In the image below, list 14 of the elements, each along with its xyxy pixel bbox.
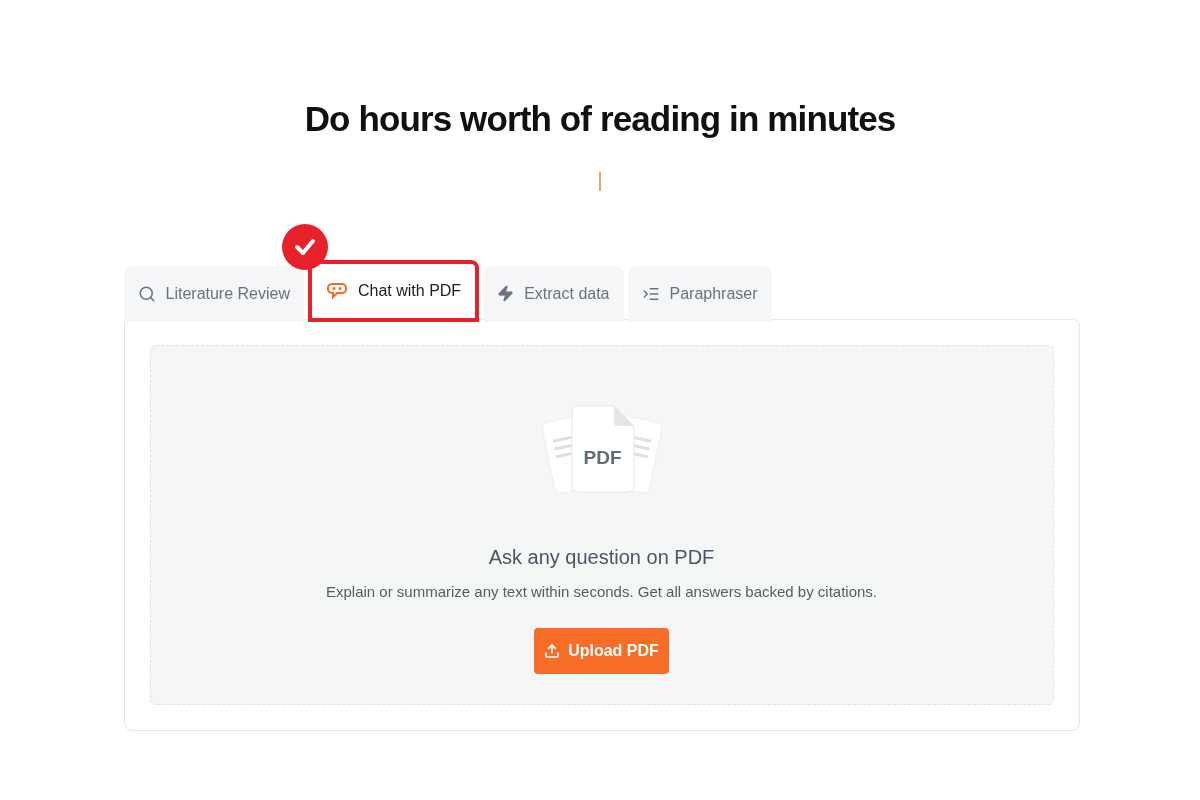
tab[interactable]: Paraphraser	[627, 265, 772, 322]
search-icon	[137, 284, 156, 303]
upload-description: Explain or summarize any text within seconds. Get all answers backed by citations.	[325, 581, 878, 602]
tab[interactable]: Extract data	[483, 265, 624, 322]
lightning-icon	[497, 285, 515, 302]
page-heading: Do hours worth of reading in minutes	[304, 98, 896, 140]
tab[interactable]: Literature Review	[123, 265, 304, 322]
chat-bubble-icon	[326, 280, 348, 301]
tab[interactable]: Chat with PDF	[308, 259, 480, 322]
text-cursor	[599, 171, 601, 191]
upload-button[interactable]: Upload PDF	[534, 628, 669, 674]
upload-title: Ask any question on PDF	[488, 544, 715, 570]
pdf-label: PDF	[582, 445, 623, 470]
upload-icon	[544, 643, 561, 659]
